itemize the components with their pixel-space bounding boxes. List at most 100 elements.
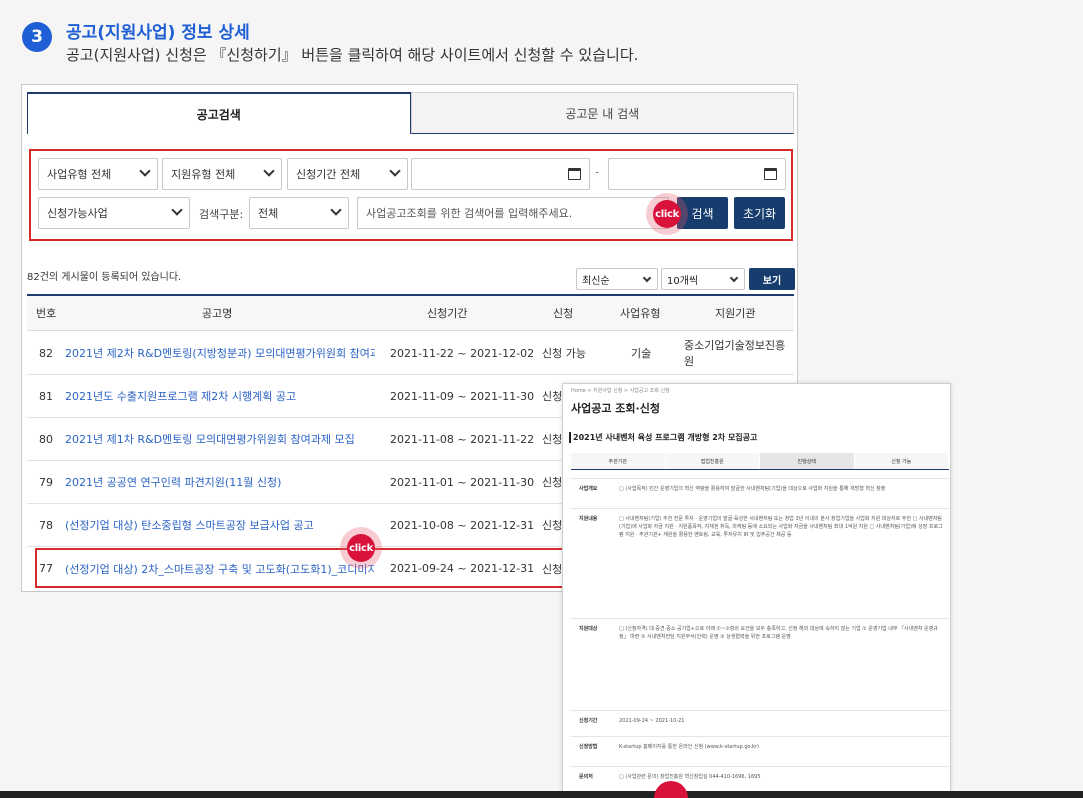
section-value: □ (사업목적) 민간 운영기업의 혁신 역량을 활용하여 발굴한 사내벤처팀(… (619, 486, 886, 492)
selected-row-highlight (35, 548, 605, 588)
section-value: 2021-09-24 ~ 2021-10-21 (619, 718, 685, 724)
col-business-type: 사업유형 (620, 307, 661, 320)
click-indicator-label: click (653, 200, 681, 228)
section-value: □ (신청자격) 대·중견·중소·공기업+으로 아래 ①~③항의 요건을 모두 … (619, 626, 938, 640)
sort-value: 최신순 (582, 275, 610, 287)
click-indicator: click (340, 527, 382, 569)
search-tabs: 공고검색 공고문 내 검색 (27, 92, 794, 134)
row-title-link[interactable]: 2021년도 수출지원프로그램 제2차 시행계획 공고 (65, 375, 375, 417)
chevron-down-icon (171, 204, 183, 216)
detail-section-overview: 사업개요 □ (사업목적) 민간 운영기업의 혁신 역량을 활용하여 발굴한 사… (571, 478, 949, 508)
col-agency: 지원기관 (715, 307, 756, 320)
search-filter-box: 사업유형 전체 지원유형 전체 신청기간 전체 - 신청가능사업 검색구분: 전… (29, 149, 793, 241)
row-period: 2021-11-01 ~ 2021-11-30 (390, 475, 535, 489)
row-status[interactable]: 신청 (542, 375, 562, 417)
click-indicator-label: click (347, 534, 375, 562)
chevron-down-icon (330, 204, 342, 216)
row-number: 80 (39, 432, 53, 446)
end-date-input[interactable] (608, 158, 786, 190)
row-number: 79 (39, 475, 53, 489)
row-period: 2021-10-08 ~ 2021-12-31 (390, 518, 535, 532)
calendar-icon[interactable] (764, 168, 777, 180)
tab-announcement-search[interactable]: 공고검색 (27, 92, 411, 134)
per-page-select[interactable]: 10개씩 (661, 268, 745, 290)
detail-section-support: 지원내용 □ 사내벤처팀(기업) 추천 전문 투자 · 운영기업이 발굴·육성한… (571, 508, 949, 618)
chevron-down-icon (729, 273, 739, 283)
row-status[interactable]: 신청 (542, 418, 562, 460)
search-scope-select[interactable]: 전체 (249, 197, 349, 229)
chevron-down-icon (389, 165, 401, 177)
search-scope-value: 전체 (258, 207, 279, 220)
result-count: 82건의 게시물이 등록되어 있습니다. (27, 272, 182, 283)
start-date-input[interactable] (411, 158, 590, 190)
detail-section-method: 신청방법 K-startup 홈페이지를 통한 온라인 신청 (www.k-st… (571, 736, 949, 766)
row-number: 82 (39, 346, 53, 360)
detail-tab: 신청 가능 (854, 453, 949, 469)
row-status[interactable]: 신청 가능 (542, 332, 586, 374)
section-key: 신청기간 (579, 718, 598, 724)
date-range-separator: - (595, 165, 600, 179)
col-number: 번호 (36, 307, 57, 320)
detail-subtitle: 2021년 사내벤처 육성 프로그램 개방형 2차 모집공고 (569, 432, 757, 443)
support-type-value: 지원유형 전체 (171, 168, 236, 181)
step-number-badge: 3 (22, 22, 52, 52)
chevron-down-icon (139, 165, 151, 177)
apply-period-value: 신청기간 전체 (296, 168, 361, 181)
row-title-link[interactable]: (선정기업 대상) 탄소중립형 스마트공장 보급사업 공고 (65, 504, 375, 546)
row-title-link[interactable]: 2021년 제2차 R&D멘토링(지방청분과) 모의대면평가위원회 참여과… (65, 332, 375, 374)
row-number: 81 (39, 389, 53, 403)
section-value: □ (사업관련 문의) 창업진흥원 혁신창업실 044-410-1696, 16… (619, 774, 761, 780)
support-type-select[interactable]: 지원유형 전체 (162, 158, 282, 190)
detail-heading: 사업공고 조회·신청 (571, 402, 660, 415)
detail-tab: 접업진흥원 (665, 453, 760, 469)
chevron-down-icon (263, 165, 275, 177)
step-title: 공고(지원사업) 정보 상세 (66, 23, 250, 43)
detail-section-target: 지원대상 □ (신청자격) 대·중견·중소·공기업+으로 아래 ①~③항의 요건… (571, 618, 949, 710)
step-description: 공고(지원사업) 신청은 『신청하기』 버튼을 클릭하여 해당 사이트에서 신청… (66, 46, 639, 64)
sort-select[interactable]: 최신순 (576, 268, 658, 290)
section-key: 문의처 (579, 774, 593, 780)
available-business-select[interactable]: 신청가능사업 (38, 197, 190, 229)
apply-period-select[interactable]: 신청기간 전체 (287, 158, 408, 190)
tab-in-document-search[interactable]: 공고문 내 검색 (410, 92, 794, 134)
row-period: 2021-11-22 ~ 2021-12-02 (390, 346, 535, 360)
announcement-detail-popup: Home > 지원사업 신청 > 사업공고 조회·신청 사업공고 조회·신청 2… (562, 383, 951, 798)
section-key: 지원대상 (579, 626, 598, 632)
row-business-type: 기술 (631, 347, 652, 360)
col-apply: 신청 (553, 307, 574, 320)
reset-button[interactable]: 초기화 (734, 197, 785, 229)
search-scope-label: 검색구분: (199, 208, 244, 221)
table-header: 번호 공고명 신청기간 신청 사업유형 지원기관 (27, 294, 794, 331)
row-title-link[interactable]: 2021년 공공연 연구인력 파견지원(11월 신청) (65, 461, 375, 503)
calendar-icon[interactable] (568, 168, 581, 180)
row-status[interactable]: 신청 (542, 461, 562, 503)
row-agency: 중소기업기술정보진흥원 (684, 339, 786, 368)
row-number: 78 (39, 518, 53, 532)
per-page-value: 10개씩 (667, 275, 699, 287)
row-period: 2021-11-09 ~ 2021-11-30 (390, 389, 535, 403)
detail-tab: 주관기관 (571, 453, 666, 469)
bottom-bar (0, 791, 1083, 798)
detail-tab: 진행상태 (760, 453, 855, 469)
row-period: 2021-11-08 ~ 2021-11-22 (390, 432, 535, 446)
business-type-value: 사업유형 전체 (47, 168, 112, 181)
col-title: 공고명 (202, 307, 233, 320)
row-status[interactable]: 신청 (542, 504, 562, 546)
section-key: 사업개요 (579, 486, 598, 492)
view-button[interactable]: 보기 (749, 268, 795, 290)
col-period: 신청기간 (427, 307, 468, 320)
section-value: □ 사내벤처팀(기업) 추천 전문 투자 · 운영기업이 발굴·육성한 사내벤처… (619, 516, 943, 538)
keyword-input[interactable]: 사업공고조회를 위한 검색어를 입력해주세요. (357, 197, 669, 229)
detail-section-period: 신청기간 2021-09-24 ~ 2021-10-21 (571, 710, 949, 732)
business-type-select[interactable]: 사업유형 전체 (38, 158, 158, 190)
available-business-value: 신청가능사업 (47, 207, 108, 220)
detail-info-tabs: 주관기관 접업진흥원 진행상태 신청 가능 (571, 453, 949, 470)
section-key: 신청방법 (579, 744, 598, 750)
chevron-down-icon (642, 273, 652, 283)
row-title-link[interactable]: 2021년 제1차 R&D멘토링 모의대면평가위원회 참여과제 모집 (65, 418, 375, 460)
breadcrumb: Home > 지원사업 신청 > 사업공고 조회·신청 (571, 388, 670, 394)
section-key: 지원내용 (579, 516, 598, 522)
table-row[interactable]: 82 2021년 제2차 R&D멘토링(지방청분과) 모의대면평가위원회 참여과… (27, 332, 794, 375)
section-value: K-startup 홈페이지를 통한 온라인 신청 (www.k-startup… (619, 744, 759, 750)
click-indicator: click (646, 193, 688, 235)
